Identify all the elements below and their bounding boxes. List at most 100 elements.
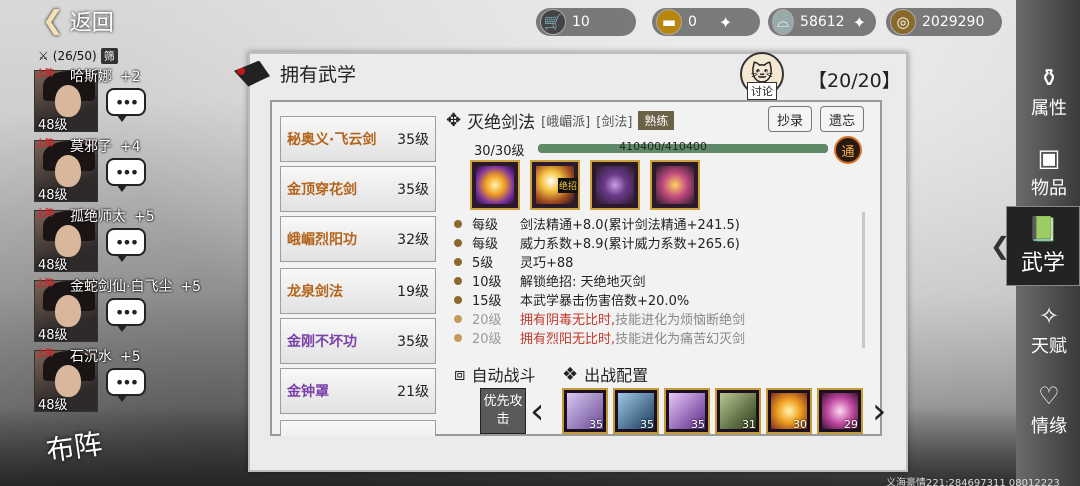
effect-text: 技能进化为痛苦幻灭剑 <box>615 332 746 347</box>
hero-name: 石沉水 <box>70 349 112 365</box>
sword-icon: ⚔ <box>38 49 49 63</box>
effects-scrollbar[interactable] <box>862 212 865 348</box>
effect-text: 解锁绝招: 天绝地灭剑 <box>520 275 646 290</box>
chevron-left-icon[interactable]: ‹ <box>530 392 544 432</box>
deployed-badge: 上阵 <box>36 209 55 219</box>
add-gold-button[interactable]: ✦ <box>719 13 732 32</box>
tab-attributes[interactable]: ⚱ 属性 <box>1018 52 1080 132</box>
skill-level-progress: 30/30级 <box>474 144 525 159</box>
list-item[interactable]: 金刚不坏功 35级 <box>280 318 436 364</box>
gold-bar-icon: ▬ <box>656 9 682 35</box>
ink-seal-icon <box>234 60 270 87</box>
effect-condition: 拥有烈阳无比时, <box>520 332 616 347</box>
battle-skill-slot[interactable]: 29 <box>817 388 863 434</box>
skill-level: 35级 <box>397 132 429 148</box>
battle-skill-slot[interactable]: 35 <box>613 388 659 434</box>
ultimate-tag: 绝招 <box>557 178 578 193</box>
hero-name-row: 金蛇剑仙·白飞尘 +5 <box>70 276 201 296</box>
battle-skill-slot[interactable]: 35 <box>664 388 710 434</box>
proficiency-badge: 熟练 <box>638 111 675 130</box>
auto-battle-section[interactable]: ⧈ 自动战斗 <box>454 362 535 386</box>
hero-card[interactable]: 上阵 石沉水 +5 48级 ••• <box>34 346 184 414</box>
skill-list[interactable]: 秘奥义·飞云剑 35级 金顶穿花剑 35级 峨嵋烈阳功 32级 龙泉剑法 19级 金刚不… <box>280 102 436 436</box>
hero-name-row: 莫邪子 +4 <box>70 136 141 156</box>
forget-button[interactable]: 遗忘 <box>820 106 865 132</box>
filter-button[interactable]: 筛 <box>100 48 118 64</box>
battle-skill-slot[interactable]: 30 <box>766 388 812 434</box>
add-silver-button[interactable]: ✦ <box>853 13 866 32</box>
tab-items[interactable]: ▣ 物品 <box>1018 132 1080 212</box>
list-item[interactable] <box>280 420 436 436</box>
hero-level: 48级 <box>38 398 68 413</box>
battle-config-section[interactable]: ❖ 出战配置 <box>562 362 648 386</box>
tab-label: 武学 <box>1020 251 1065 276</box>
tab-label: 情缘 <box>1031 416 1067 437</box>
back-arrow-icon: ❮ <box>42 6 64 36</box>
auto-battle-label: 自动战斗 <box>471 366 536 385</box>
chat-bubble-icon[interactable]: ••• <box>106 368 146 402</box>
hero-level: 48级 <box>38 258 68 273</box>
tab-label: 天赋 <box>1031 336 1067 357</box>
exp-text: 410400/410400 <box>619 140 707 153</box>
battle-skill-slot[interactable]: 31 <box>715 388 761 434</box>
list-item[interactable]: 峨嵋烈阳功 32级 <box>280 216 436 262</box>
effect-level: 20级 <box>472 332 502 347</box>
coin-icon: ◎ <box>890 9 916 35</box>
mastery-badge[interactable]: 通 <box>834 136 862 164</box>
tab-talent[interactable]: ✧ 天赋 <box>1018 290 1080 370</box>
formation-button[interactable]: 布阵 <box>43 422 104 469</box>
hero-name: 金蛇剑仙·白飞尘 <box>70 279 173 295</box>
resource-value: 58612 <box>800 14 845 30</box>
move-icon[interactable] <box>590 160 640 210</box>
effect-text: 威力系数+8.9(累计威力系数+265.6) <box>520 237 740 252</box>
list-item[interactable]: 金顶穿花剑 35级 <box>280 166 436 212</box>
hero-card[interactable]: 上阵 孤绝师太 +5 48级 ••• <box>34 206 184 274</box>
chat-bubble-icon[interactable]: ••• <box>106 228 146 262</box>
chat-bubble-icon[interactable]: ••• <box>106 298 146 332</box>
tab-martial-arts[interactable]: 📗 武学 <box>1006 206 1080 286</box>
slot-level: 30 <box>793 418 807 431</box>
hero-bonus: +5 <box>134 209 155 225</box>
effect-condition: 拥有阴毒无比时, <box>520 313 616 328</box>
resource-silver: ⌓ 58612 ✦ <box>768 8 876 36</box>
list-item[interactable]: 龙泉剑法 19级 <box>280 268 436 314</box>
box-icon: ▣ <box>1037 144 1061 172</box>
effect-row: 每级 威力系数+8.9(累计威力系数+265.6) <box>448 233 858 252</box>
skill-count-value: 20/20 <box>827 70 882 92</box>
panel-title-text: 拥有武学 <box>280 64 357 86</box>
slot-level: 35 <box>691 418 705 431</box>
panel-title: 拥有武学 <box>234 60 356 87</box>
cart-icon: 🛒 <box>540 9 566 35</box>
resource-cart: 🛒 10 <box>536 8 636 36</box>
copy-button[interactable]: 抄录 <box>768 106 813 132</box>
skill-name: 秘奥义·飞云剑 <box>287 132 377 148</box>
diamond-grid-icon: ❖ <box>562 363 579 385</box>
effect-level: 10级 <box>472 275 502 290</box>
list-item[interactable]: 秘奥义·飞云剑 35级 <box>280 116 436 162</box>
chat-bubble-icon[interactable]: ••• <box>106 88 146 122</box>
battle-skill-slot[interactable]: 35 <box>562 388 608 434</box>
back-button[interactable]: ❮ 返回 <box>42 4 114 38</box>
chevron-right-icon[interactable]: › <box>872 392 886 432</box>
hero-bonus: +5 <box>120 349 141 365</box>
move-icon[interactable] <box>470 160 520 210</box>
slot-level: 35 <box>640 418 654 431</box>
skill-level: 35级 <box>397 182 429 198</box>
hero-card[interactable]: 上阵 莫邪子 +4 48级 ••• <box>34 136 184 204</box>
chat-bubble-icon[interactable]: ••• <box>106 158 146 192</box>
discuss-button[interactable]: 🐱 讨论 <box>740 52 784 100</box>
skill-level: 21级 <box>397 384 429 400</box>
hero-card[interactable]: 上阵 金蛇剑仙·白飞尘 +5 48级 ••• <box>34 276 201 344</box>
hero-bonus: +4 <box>120 139 141 155</box>
ultimate-move-icon[interactable]: 绝招 <box>530 160 580 210</box>
effect-row: 每级 剑法精通+8.0(累计剑法精通+241.5) <box>448 214 858 233</box>
effect-row: 15级 本武学暴击伤害倍数+20.0% <box>448 290 858 309</box>
hero-card[interactable]: 上阵 哈斯娜 +2 48级 ••• <box>34 66 184 134</box>
priority-attack-button[interactable]: 优先攻击 <box>480 388 526 434</box>
hero-bonus: +5 <box>180 279 202 295</box>
slot-level: 31 <box>742 418 756 431</box>
hero-name: 孤绝师太 <box>70 209 126 225</box>
move-icon[interactable] <box>650 160 700 210</box>
list-item[interactable]: 金钟罩 21级 <box>280 368 436 414</box>
tab-affection[interactable]: ♡ 情缘 <box>1018 370 1080 450</box>
